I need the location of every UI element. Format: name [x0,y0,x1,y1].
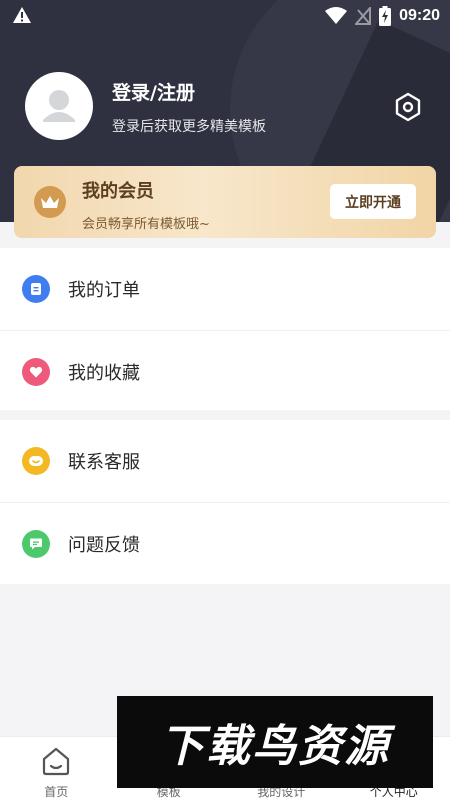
tab-home[interactable]: 首页 [0,737,113,800]
vip-card[interactable]: 我的会员 会员畅享所有模板哦~ 立即开通 [14,166,436,238]
order-icon [22,275,50,303]
menu-item-label: 问题反馈 [68,534,140,556]
menu-item-feedback[interactable]: 问题反馈 [0,502,450,584]
vip-subtitle: 会员畅享所有模板哦~ [82,217,210,232]
login-register-link[interactable]: 登录/注册 [112,78,195,105]
favorite-heart-icon [22,357,50,386]
login-hint: 登录后获取更多精美模板 [112,119,266,135]
battery-charging-icon [379,6,392,26]
home-icon [43,747,70,776]
crown-badge [34,186,66,218]
menu-item-my-favorites[interactable]: 我的收藏 [0,330,450,412]
warning-icon [13,7,31,23]
wifi-icon [325,7,348,24]
menu-item-label: 联系客服 [68,452,140,473]
activate-vip-button[interactable]: 立即开通 [330,184,416,219]
menu-item-my-orders[interactable]: 我的订单 [0,248,450,330]
menu-item-label: 我的订单 [68,280,140,301]
watermark-banner: 下载鸟资源 [117,696,433,788]
no-signal-icon [355,7,372,25]
tab-label: 首页 [44,785,69,799]
crown-icon [41,196,59,208]
customer-service-icon [22,447,50,475]
default-user-icon [43,90,75,122]
status-time: 09:20 [399,7,440,24]
status-bar: 09:20 [0,0,450,32]
menu-item-label: 我的收藏 [68,362,140,384]
feedback-icon [22,529,50,558]
menu-group-account: 我的订单 我的收藏 [0,248,450,410]
watermark-text: 下载鸟资源 [160,721,390,772]
avatar[interactable] [25,72,93,140]
menu-item-contact-service[interactable]: 联系客服 [0,420,450,502]
menu-group-support: 联系客服 问题反馈 [0,420,450,584]
settings-gear-icon[interactable] [392,91,424,123]
vip-title: 我的会员 [82,181,154,202]
